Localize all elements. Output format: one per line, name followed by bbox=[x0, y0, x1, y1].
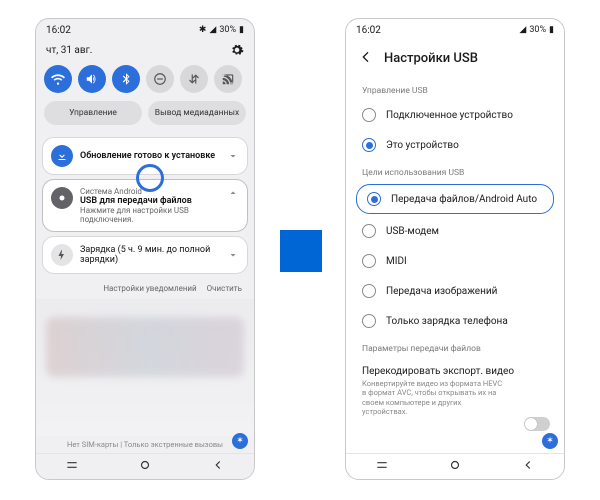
pill-manage[interactable]: Управление bbox=[44, 101, 142, 125]
radio-this-device[interactable]: Это устройство bbox=[346, 130, 564, 160]
radio-connected-device[interactable]: Подключенное устройство bbox=[346, 100, 564, 130]
shade-header: чт, 31 авг. bbox=[36, 41, 254, 63]
row-transcode-video[interactable]: Перекодировать экспорт. видео Конвертиру… bbox=[346, 358, 564, 421]
transition-arrow-marker bbox=[280, 230, 322, 272]
radio-icon bbox=[362, 314, 376, 328]
nav-recents[interactable] bbox=[65, 458, 79, 475]
radio-icon bbox=[362, 108, 376, 122]
switch-title: Перекодировать экспорт. видео bbox=[362, 366, 548, 377]
status-time: 16:02 bbox=[46, 25, 71, 36]
radio-ptp[interactable]: Передача изображений bbox=[346, 276, 564, 306]
section-file-params: Параметры передачи файлов bbox=[346, 336, 564, 358]
radio-file-transfer[interactable]: Передача файлов/Android Auto bbox=[356, 184, 554, 214]
status-bar: 16:02 ✱ ◢ 30% ▮ bbox=[36, 19, 254, 41]
qs-dnd[interactable] bbox=[146, 65, 174, 93]
notif-charging[interactable]: Зарядка (5 ч. 9 мин. до полной зарядки) bbox=[42, 236, 248, 274]
app-bar: Настройки USB bbox=[346, 41, 564, 78]
notif-update-title: Обновление готово к установке bbox=[80, 151, 220, 161]
shade-footer: Настройки уведомлений Очистить bbox=[36, 278, 254, 299]
nav-home[interactable] bbox=[138, 458, 152, 475]
back-icon[interactable] bbox=[358, 49, 374, 68]
notif-usb[interactable]: Система Android USB для передачи файлов … bbox=[42, 179, 248, 232]
notif-update[interactable]: Обновление готово к установке bbox=[42, 137, 248, 175]
bluetooth-icon: ✱ bbox=[199, 25, 207, 35]
battery-level: 30% bbox=[219, 25, 236, 35]
signal-icon: ◢ bbox=[519, 25, 526, 35]
radio-icon-selected bbox=[367, 192, 381, 206]
page-title: Настройки USB bbox=[384, 51, 478, 66]
nav-recents[interactable] bbox=[375, 458, 389, 475]
qs-volume[interactable] bbox=[78, 65, 106, 93]
blurred-background bbox=[36, 299, 254, 436]
pill-media[interactable]: Вывод медиаданных bbox=[148, 101, 246, 125]
qs-wifi[interactable] bbox=[44, 65, 72, 93]
radio-usb-tether[interactable]: USB-модем bbox=[346, 216, 564, 246]
chevron-down-icon bbox=[227, 249, 239, 261]
battery-icon: ▮ bbox=[549, 25, 554, 35]
qs-bluetooth[interactable] bbox=[112, 65, 140, 93]
radio-icon bbox=[362, 254, 376, 268]
notification-list: Обновление готово к установке Система An… bbox=[36, 133, 254, 278]
radio-midi[interactable]: MIDI bbox=[346, 246, 564, 276]
radio-icon bbox=[362, 284, 376, 298]
accessibility-button[interactable]: ✶ bbox=[232, 433, 248, 449]
nav-back[interactable] bbox=[211, 458, 225, 475]
notif-usb-source: Система Android bbox=[80, 187, 220, 196]
accessibility-button[interactable]: ✶ bbox=[542, 433, 558, 449]
status-bar: 16:02 ◢ 30% ▮ bbox=[346, 19, 564, 41]
notif-charge-title: Зарядка (5 ч. 9 мин. до полной зарядки) bbox=[80, 245, 220, 265]
android-navbar bbox=[36, 453, 254, 479]
nav-back[interactable] bbox=[521, 458, 535, 475]
notif-usb-sub: Нажмите для настройки USB подключения. bbox=[80, 206, 220, 224]
bolt-icon bbox=[51, 244, 73, 266]
chevron-down-icon bbox=[227, 150, 239, 162]
radio-icon-selected bbox=[362, 138, 376, 152]
status-time: 16:02 bbox=[356, 25, 381, 36]
switch-toggle-off[interactable] bbox=[524, 417, 550, 431]
battery-level: 30% bbox=[529, 25, 546, 35]
switch-desc: Конвертируйте видео из формата HEVC в фо… bbox=[362, 379, 548, 417]
download-icon bbox=[51, 145, 73, 167]
shade-date: чт, 31 авг. bbox=[46, 45, 92, 56]
radio-icon bbox=[362, 224, 376, 238]
chevron-up-icon bbox=[227, 187, 239, 199]
shade-pill-row: Управление Вывод медиаданных bbox=[36, 101, 254, 133]
notif-settings-link[interactable]: Настройки уведомлений bbox=[103, 284, 196, 293]
qs-cast[interactable] bbox=[214, 65, 242, 93]
no-sim-note: Нет SIM-карты | Только экстренные вызовы bbox=[36, 436, 254, 453]
qs-data[interactable] bbox=[180, 65, 208, 93]
clear-all-link[interactable]: Очистить bbox=[207, 284, 242, 293]
battery-icon: ▮ bbox=[239, 25, 244, 35]
notif-usb-title: USB для передачи файлов bbox=[80, 196, 220, 206]
section-usb-control: Управление USB bbox=[346, 78, 564, 100]
nav-home[interactable] bbox=[448, 458, 462, 475]
phone-left-shade: 16:02 ✱ ◢ 30% ▮ чт, 31 авг. Управление В… bbox=[35, 18, 255, 480]
quick-settings-row bbox=[36, 63, 254, 101]
radio-charge-only[interactable]: Только зарядка телефона bbox=[346, 306, 564, 336]
android-navbar bbox=[346, 453, 564, 479]
gear-icon[interactable] bbox=[230, 43, 244, 57]
section-usb-purpose: Цели использования USB bbox=[346, 160, 564, 182]
status-right: ✱ ◢ 30% ▮ bbox=[199, 25, 244, 35]
signal-icon: ◢ bbox=[209, 25, 216, 35]
phone-right-usb-settings: 16:02 ◢ 30% ▮ Настройки USB Управление U… bbox=[345, 18, 565, 480]
status-right: ◢ 30% ▮ bbox=[519, 25, 554, 35]
android-icon bbox=[51, 187, 73, 209]
